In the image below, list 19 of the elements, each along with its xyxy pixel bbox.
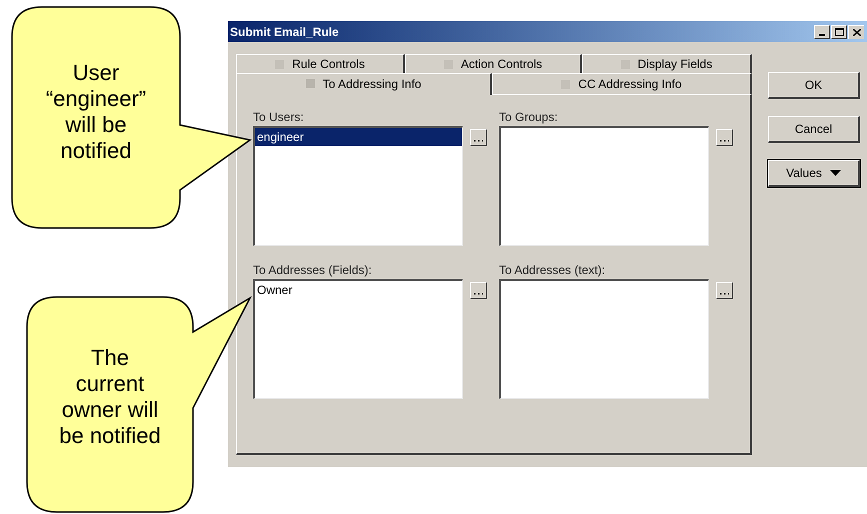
dialog-button[interactable]: Cancel (768, 116, 860, 143)
tab[interactable]: Rule Controls (236, 54, 405, 74)
tab[interactable]: To Addressing Info (236, 73, 492, 95)
tab[interactable]: Action Controls (405, 54, 582, 74)
list-box[interactable]: engineer (253, 126, 463, 246)
dialog-button[interactable]: OK (768, 72, 860, 99)
list-box[interactable]: Owner (253, 279, 463, 399)
callout-text: User “engineer” will be notified (44, 60, 148, 164)
callout-text: The current owner will be notified (58, 345, 162, 449)
window-title: Submit Email_Rule (230, 24, 339, 40)
field-label: To Addresses (text): (499, 262, 606, 278)
tab[interactable]: Display Fields (582, 54, 752, 74)
field-label: To Addresses (Fields): (253, 262, 373, 278)
list-item[interactable]: engineer (255, 128, 462, 146)
field-label: To Users: (253, 109, 305, 125)
list-item[interactable]: Owner (255, 281, 462, 299)
tab[interactable]: CC Addressing Info (492, 73, 752, 95)
dropdown-button[interactable]: Values (768, 160, 860, 187)
field-label: To Groups: (499, 109, 559, 125)
